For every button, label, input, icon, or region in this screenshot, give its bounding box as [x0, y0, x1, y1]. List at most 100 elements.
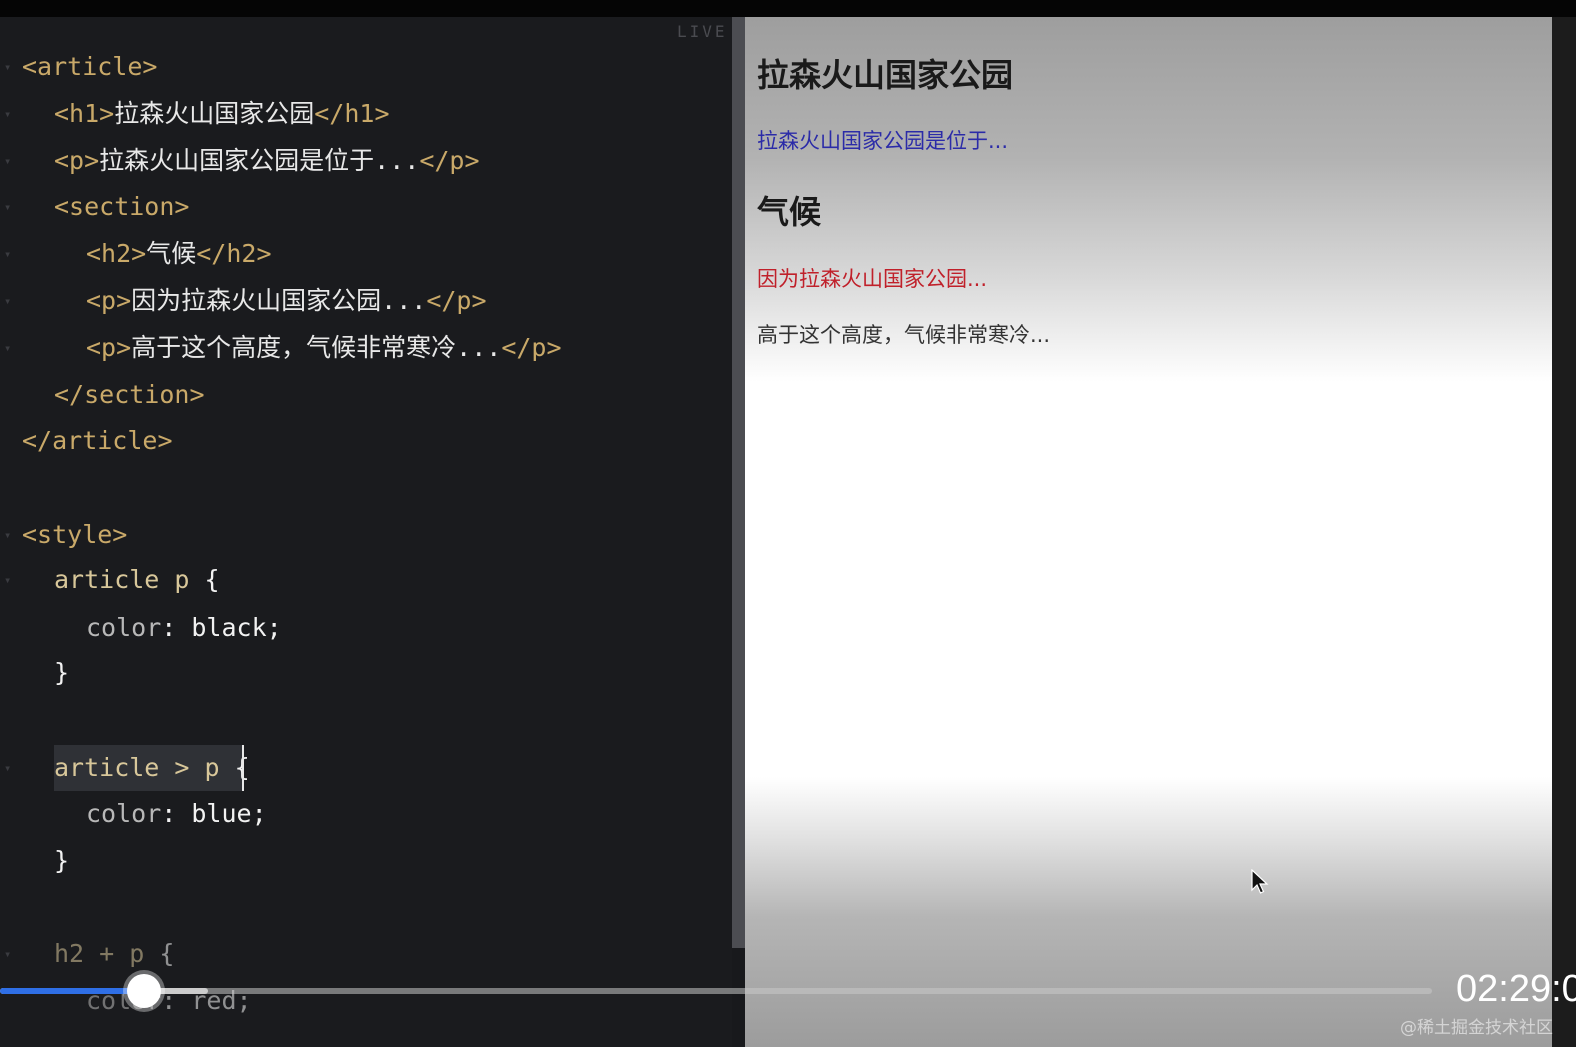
code-text: </article>	[22, 421, 173, 461]
code-text: color: blue;	[86, 794, 267, 834]
fold-arrow-icon[interactable]: ▾	[4, 94, 11, 134]
code-token: </article>	[22, 426, 173, 455]
code-text: <h1>拉森火山国家公园</h1>	[54, 94, 390, 134]
fold-arrow-icon[interactable]: ▾	[4, 934, 11, 974]
code-token: 高于这个高度，气候非常寒冷...	[131, 333, 502, 362]
preview-paragraph-intro: 拉森火山国家公园是位于...	[757, 129, 1009, 153]
code-line[interactable]: ▾ <h1>拉森火山国家公园</h1>	[0, 94, 732, 134]
code-text: color: red;	[86, 981, 252, 1021]
video-time-label: 02:29:0	[1456, 968, 1576, 1010]
fold-arrow-icon[interactable]: ▾	[4, 748, 11, 788]
code-line[interactable]: }	[0, 653, 732, 693]
code-token: <h1>	[54, 99, 115, 128]
fold-arrow-icon[interactable]: ▾	[4, 47, 11, 87]
fold-arrow-icon[interactable]: ▾	[4, 328, 11, 368]
video-frame: LIVE ▾ <article> ▾ <h1>拉森火山国家公园</h1> ▾ <p>拉森火…	[0, 0, 1576, 1047]
code-token: 因为拉森火山国家公园...	[131, 286, 427, 315]
mouse-pointer-icon	[1251, 869, 1269, 894]
code-token: color	[86, 799, 162, 828]
code-token: :	[161, 799, 192, 828]
watermark: @稀土掘金技术社区	[1400, 1018, 1553, 1038]
fold-arrow-icon[interactable]: ▾	[4, 515, 11, 555]
fold-arrow-icon[interactable]: ▾	[4, 141, 11, 181]
video-progress-fill	[0, 988, 137, 994]
code-token: </p>	[426, 286, 487, 315]
code-line[interactable]: ▾ <article>	[0, 47, 732, 87]
fold-arrow-icon[interactable]: ▾	[4, 560, 11, 600]
code-token: h2 + p	[54, 939, 160, 968]
code-token: <section>	[54, 192, 190, 221]
code-token: <p>	[54, 146, 100, 175]
code-line[interactable]: ▾ <section>	[0, 187, 732, 227]
code-text: }	[54, 841, 69, 881]
code-token: 拉森火山国家公园	[114, 99, 315, 128]
code-line[interactable]: ▾ <p>因为拉森火山国家公园...</p>	[0, 281, 732, 321]
code-text: h2 + p {	[54, 934, 174, 974]
code-line[interactable]: ▾ <p>高于这个高度，气候非常寒冷...</p>	[0, 328, 732, 368]
code-token: <article>	[22, 52, 158, 81]
panel-divider[interactable]	[732, 17, 745, 948]
code-text: <article>	[22, 47, 157, 87]
preview-edge	[1552, 17, 1576, 1047]
code-token: <p>	[86, 286, 132, 315]
fold-arrow-icon[interactable]: ▾	[4, 281, 11, 321]
code-text: <p>因为拉森火山国家公园...</p>	[86, 281, 487, 321]
code-text: <h2>气候</h2>	[86, 234, 272, 274]
code-text: <style>	[22, 515, 127, 555]
code-token: }	[54, 658, 70, 687]
fold-arrow-icon[interactable]: ▾	[4, 234, 11, 274]
code-token: black;	[191, 613, 282, 642]
code-token: blue;	[191, 799, 267, 828]
top-bar	[0, 0, 1576, 17]
code-text: <p>高于这个高度，气候非常寒冷...</p>	[86, 328, 562, 368]
code-token: <p>	[86, 333, 132, 362]
code-token: </p>	[419, 146, 480, 175]
video-progress-knob[interactable]	[127, 974, 162, 1008]
code-token: </h1>	[314, 99, 390, 128]
code-line[interactable]: ▾ article > p {	[0, 748, 732, 788]
code-token: :	[161, 613, 192, 642]
code-line[interactable]: color: red;	[0, 981, 732, 1021]
code-line[interactable]: }	[0, 841, 732, 881]
preview-paragraph-climate: 因为拉森火山国家公园...	[757, 267, 988, 291]
code-text: }	[54, 653, 69, 693]
code-text: </section>	[54, 375, 205, 415]
live-preview-panel: 拉森火山国家公园 拉森火山国家公园是位于... 气候 因为拉森火山国家公园...…	[745, 17, 1552, 1047]
code-token: </section>	[54, 380, 205, 409]
text-caret	[242, 745, 244, 791]
preview-heading-2: 气候	[757, 193, 822, 231]
code-text: article > p {	[54, 748, 250, 788]
code-text: <p>拉森火山国家公园是位于...</p>	[54, 141, 480, 181]
code-text: color: black;	[86, 608, 282, 648]
code-line[interactable]: color: black;	[0, 608, 732, 648]
code-token: <style>	[22, 520, 128, 549]
code-token: 气候	[146, 239, 197, 268]
code-line[interactable]: color: blue;	[0, 794, 732, 834]
panel-divider-bottom	[732, 948, 745, 1047]
code-line[interactable]: ▾ article p {	[0, 560, 732, 600]
code-token: article p	[54, 565, 205, 594]
code-token: </h2>	[196, 239, 272, 268]
code-line[interactable]: ▾ h2 + p {	[0, 934, 732, 974]
code-token: {	[159, 939, 175, 968]
live-label: LIVE	[677, 22, 728, 41]
preview-heading-1: 拉森火山国家公园	[757, 56, 1014, 94]
code-token: color	[86, 613, 162, 642]
code-line[interactable]: ▾ <style>	[0, 515, 732, 555]
code-line[interactable]: ▾ <p>拉森火山国家公园是位于...</p>	[0, 141, 732, 181]
code-line[interactable]: </article>	[0, 421, 732, 461]
preview-paragraph-altitude: 高于这个高度，气候非常寒冷...	[757, 323, 1051, 347]
code-editor-panel: LIVE ▾ <article> ▾ <h1>拉森火山国家公园</h1> ▾ <p>拉森火…	[0, 17, 732, 1047]
code-token: </p>	[501, 333, 562, 362]
video-progress-track[interactable]	[0, 988, 1432, 994]
code-token: <h2>	[86, 239, 147, 268]
code-text: <section>	[54, 187, 189, 227]
code-token: {	[204, 565, 220, 594]
code-line[interactable]: ▾ <h2>气候</h2>	[0, 234, 732, 274]
code-token: article > p	[54, 753, 235, 782]
code-token: }	[54, 846, 70, 875]
code-token: 拉森火山国家公园是位于...	[99, 146, 420, 175]
fold-arrow-icon[interactable]: ▾	[4, 187, 11, 227]
code-text: article p {	[54, 560, 220, 600]
code-line[interactable]: </section>	[0, 375, 732, 415]
